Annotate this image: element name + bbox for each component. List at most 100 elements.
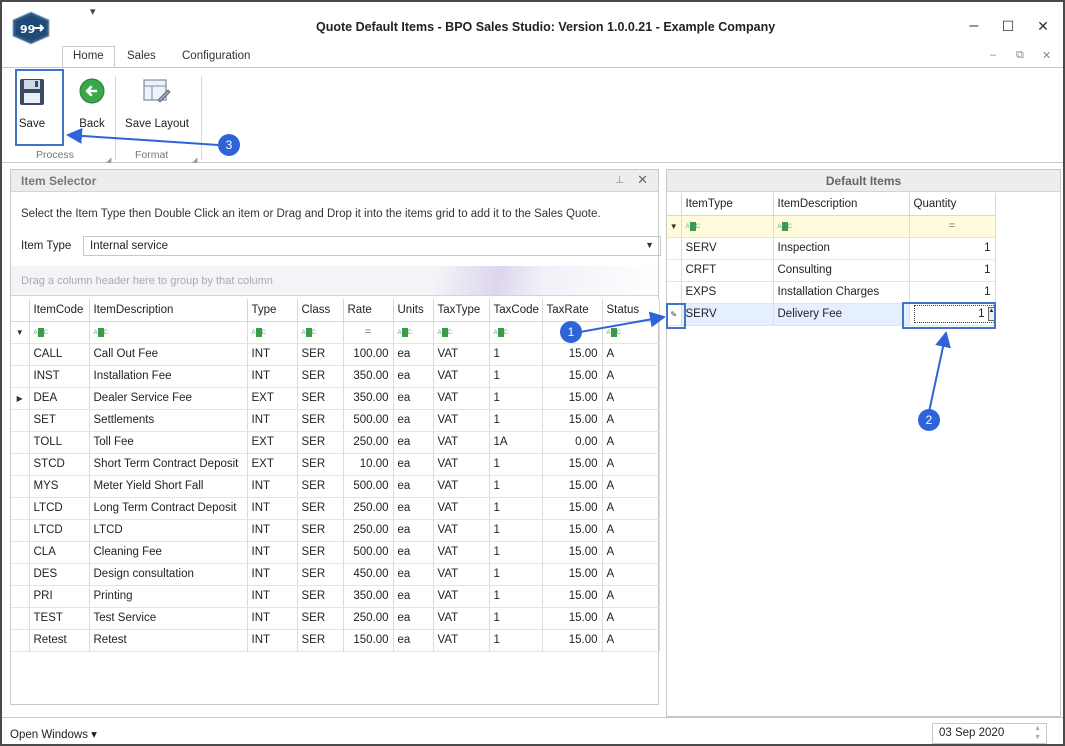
save-layout-button[interactable]: Save Layout — [120, 72, 194, 134]
maximize-button[interactable]: ☐ — [996, 14, 1020, 38]
column-header-rate[interactable]: Rate — [343, 299, 394, 322]
column-header-units[interactable]: Units — [393, 299, 434, 322]
table-row[interactable]: CALL Call Out Fee INT SER 100.00 ea VAT 1 15.00 A — [11, 343, 660, 366]
cell-taxcode: 1 — [489, 409, 543, 432]
table-row[interactable]: PRI Printing INT SER 350.00 ea VAT 1 15.00 A — [11, 585, 660, 608]
cell-status: A — [602, 409, 660, 432]
filter-abc-icon[interactable]: AC — [438, 328, 452, 338]
table-row[interactable]: ▶ DEA Dealer Service Fee EXT SER 350.00 ea VAT 1… — [11, 387, 660, 410]
cell-status: A — [602, 453, 660, 476]
cell-class: SER — [297, 607, 344, 630]
table-row[interactable]: MYS Meter Yield Short Fall INT SER 500.00 ea V… — [11, 475, 660, 498]
panel-close-icon[interactable]: ✕ — [637, 172, 648, 188]
row-indicator — [667, 259, 682, 282]
cell-taxrate: 15.00 — [542, 475, 603, 498]
table-row[interactable]: Retest Retest INT SER 150.00 ea VAT 1 15.00 A — [11, 629, 660, 652]
filter-cell-itemdescription[interactable]: AC — [89, 321, 248, 344]
filter-abc-icon[interactable]: AC — [302, 328, 316, 338]
row-indicator — [667, 237, 682, 260]
app-logo-icon[interactable]: 99 — [11, 11, 51, 45]
minimize-button[interactable]: – — [962, 14, 986, 38]
mdi-restore-button[interactable]: ⧉ — [1016, 49, 1024, 62]
column-header-itemcode[interactable]: ItemCode — [29, 299, 90, 322]
tab-configuration[interactable]: Configuration — [182, 50, 250, 62]
column-header-status[interactable]: Status — [602, 299, 660, 322]
filter-cell-units[interactable]: AC — [393, 321, 434, 344]
cell-itemdescription: Inspection — [773, 237, 910, 260]
filter-abc-icon[interactable]: AC — [686, 222, 700, 232]
annotation-box-save — [15, 69, 64, 146]
filter-cell-quantity[interactable]: = — [909, 215, 996, 238]
column-header-taxcode[interactable]: TaxCode — [489, 299, 543, 322]
back-button[interactable]: Back — [76, 72, 108, 134]
tab-sales[interactable]: Sales — [127, 50, 156, 62]
table-row[interactable]: LTCD LTCD INT SER 250.00 ea VAT 1 15.00 A — [11, 519, 660, 542]
table-row[interactable]: EXPS Installation Charges 1 — [667, 281, 996, 304]
date-spinner-icon[interactable]: ▲ ▼ — [1034, 724, 1041, 742]
filter-abc-icon[interactable]: AC — [398, 328, 412, 338]
cell-itemcode: TOLL — [29, 431, 90, 454]
filter-abc-icon[interactable]: AC — [34, 328, 48, 338]
date-picker[interactable]: 03 Sep 2020 ▲ ▼ — [932, 723, 1047, 744]
column-header-itemdescription[interactable]: ItemDescription — [773, 193, 910, 216]
filter-cell-class[interactable]: AC — [297, 321, 344, 344]
cell-class: SER — [297, 563, 344, 586]
table-row[interactable]: TOLL Toll Fee EXT SER 250.00 ea VAT 1A 0.00 A — [11, 431, 660, 454]
filter-cell-type[interactable]: AC — [247, 321, 298, 344]
table-row[interactable]: SERV Inspection 1 — [667, 237, 996, 260]
cell-taxcode: 1 — [489, 497, 543, 520]
cell-itemdescription: Settlements — [89, 409, 248, 432]
cell-taxtype: VAT — [433, 519, 490, 542]
column-header-itemtype[interactable]: ItemType — [681, 193, 774, 216]
filter-cell-itemtype[interactable]: AC — [681, 215, 774, 238]
column-header-type[interactable]: Type — [247, 299, 298, 322]
mdi-close-button[interactable]: ✕ — [1042, 49, 1051, 62]
filter-cell-rate[interactable]: = — [343, 321, 394, 344]
table-row[interactable]: TEST Test Service INT SER 250.00 ea VAT 1 15.00 A — [11, 607, 660, 630]
column-header-itemdescription[interactable]: ItemDescription — [89, 299, 248, 322]
table-row[interactable]: INST Installation Fee INT SER 350.00 ea VAT 1 15… — [11, 365, 660, 388]
filter-cell-status[interactable]: AC — [602, 321, 660, 344]
cell-type: INT — [247, 629, 298, 652]
cell-taxrate: 15.00 — [542, 453, 603, 476]
filter-abc-icon[interactable]: AC — [252, 328, 266, 338]
pin-icon[interactable]: ⊥ — [615, 175, 624, 186]
filter-cell-itemcode[interactable]: AC — [29, 321, 90, 344]
cell-itemdescription: LTCD — [89, 519, 248, 542]
table-row[interactable]: SET Settlements INT SER 500.00 ea VAT 1 15.00 A — [11, 409, 660, 432]
cell-status: A — [602, 365, 660, 388]
table-row[interactable]: CLA Cleaning Fee INT SER 500.00 ea VAT 1 15.00 A — [11, 541, 660, 564]
filter-abc-icon[interactable]: AC — [607, 328, 621, 338]
dropdown-arrow-icon[interactable]: ▼ — [645, 240, 654, 250]
column-header-quantity[interactable]: Quantity — [909, 193, 996, 216]
annotation-badge-2: 2 — [918, 409, 940, 431]
table-row[interactable]: LTCD Long Term Contract Deposit INT SER 250.… — [11, 497, 660, 520]
column-header-class[interactable]: Class — [297, 299, 344, 322]
filter-abc-icon[interactable]: AC — [494, 328, 508, 338]
filter-abc-icon[interactable]: AC — [778, 222, 792, 232]
cell-taxtype: VAT — [433, 475, 490, 498]
cell-taxrate: 15.00 — [542, 585, 603, 608]
item-selector-grid: ItemCode ItemDescription Type Class Rate Unit… — [11, 299, 660, 652]
row-indicator — [11, 497, 30, 520]
format-group-launcher-icon[interactable]: ◢ — [192, 156, 197, 164]
quick-access-dropdown[interactable]: ▾ — [90, 5, 96, 18]
group-by-panel[interactable]: Drag a column header here to group by th… — [11, 266, 658, 296]
column-header-taxrate[interactable]: TaxRate — [542, 299, 603, 322]
process-group-launcher-icon[interactable]: ◢ — [106, 156, 111, 164]
mdi-minimize-button[interactable]: – — [990, 49, 996, 61]
filter-cell-itemdescription[interactable]: AC — [773, 215, 910, 238]
table-row[interactable]: DES Design consultation INT SER 450.00 ea VAT 1… — [11, 563, 660, 586]
table-row[interactable]: STCD Short Term Contract Deposit EXT SER 10.… — [11, 453, 660, 476]
item-type-select[interactable]: Internal service ▼ — [83, 236, 661, 256]
table-row[interactable]: CRFT Consulting 1 — [667, 259, 996, 282]
cell-taxcode: 1 — [489, 475, 543, 498]
close-button[interactable]: ✕ — [1031, 14, 1055, 38]
row-indicator — [11, 585, 30, 608]
tab-home[interactable]: Home — [62, 46, 115, 68]
filter-abc-icon[interactable]: AC — [94, 328, 108, 338]
filter-cell-taxcode[interactable]: AC — [489, 321, 543, 344]
filter-cell-taxtype[interactable]: AC — [433, 321, 490, 344]
column-header-taxtype[interactable]: TaxType — [433, 299, 490, 322]
open-windows-menu[interactable]: Open Windows ▾ — [10, 727, 97, 741]
